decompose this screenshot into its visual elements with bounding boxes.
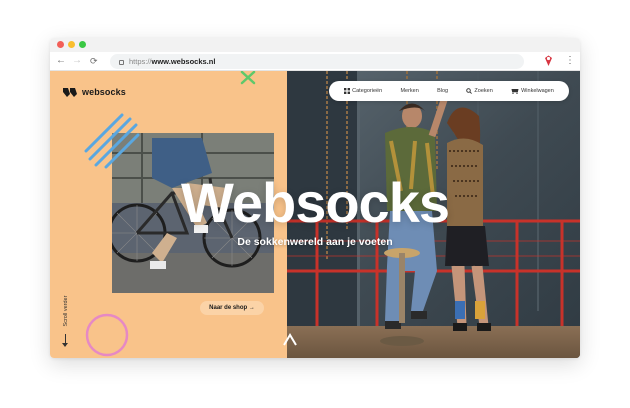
search-icon xyxy=(466,88,473,94)
nav-item-label: Winkelwagen xyxy=(521,88,554,94)
decorative-stripes xyxy=(84,113,140,169)
hero-title: Websocks xyxy=(181,171,450,234)
arrow-down-icon xyxy=(62,343,68,347)
hero-subtitle: De sokkenwereld aan je voeten xyxy=(237,236,393,248)
nav-item-cart[interactable]: Winkelwagen xyxy=(511,88,554,94)
browser-toolbar: ← → ⟳ https://www.websocks.nl ⋮ xyxy=(50,52,580,71)
nav-item-brands[interactable]: Merken xyxy=(400,88,418,94)
decorative-cross xyxy=(240,71,256,85)
browser-window: ← → ⟳ https://www.websocks.nl ⋮ websocks… xyxy=(50,38,580,358)
scroll-label: Scroll verder xyxy=(63,295,69,327)
kebab-menu-icon[interactable]: ⋮ xyxy=(565,54,575,68)
nav-item-label: Zoeken xyxy=(474,88,493,94)
close-window-button[interactable] xyxy=(57,41,64,48)
shop-button[interactable]: Naar de shop → xyxy=(200,301,264,315)
grid-icon xyxy=(344,88,351,94)
nav-item-label: Categorieën xyxy=(352,88,383,94)
url-host: www.websocks.nl xyxy=(151,57,216,66)
decorative-triangle xyxy=(283,333,297,346)
extension-icon[interactable] xyxy=(542,54,555,67)
cart-icon xyxy=(511,89,519,94)
nav-item-categories[interactable]: Categorieën xyxy=(344,88,382,94)
title-bar xyxy=(50,38,580,52)
website-viewport: websocks Categorieën Merken Blog Zoeken … xyxy=(50,71,580,358)
address-bar[interactable]: https://www.websocks.nl xyxy=(110,54,524,69)
lock-icon xyxy=(119,60,124,65)
site-logo[interactable]: websocks xyxy=(62,85,126,99)
logo-text: websocks xyxy=(82,87,126,97)
minimize-window-button[interactable] xyxy=(68,41,75,48)
forward-icon[interactable]: → xyxy=(72,54,82,68)
back-icon[interactable]: ← xyxy=(56,54,66,68)
url-protocol: https:// xyxy=(129,57,152,66)
scroll-indicator[interactable]: Scroll verder xyxy=(60,286,72,348)
nav-item-label: Blog xyxy=(437,88,449,94)
main-navigation: Categorieën Merken Blog Zoeken Winkelwag… xyxy=(329,81,569,101)
reload-icon[interactable]: ⟳ xyxy=(90,54,98,68)
logo-mark-icon xyxy=(63,88,77,97)
nav-item-search[interactable]: Zoeken xyxy=(466,88,493,94)
maximize-window-button[interactable] xyxy=(79,41,86,48)
decorative-circle xyxy=(85,313,129,357)
nav-item-label: Merken xyxy=(400,88,419,94)
screenshot-stage: ← → ⟳ https://www.websocks.nl ⋮ websocks… xyxy=(0,0,630,408)
nav-item-blog[interactable]: Blog xyxy=(437,88,448,94)
